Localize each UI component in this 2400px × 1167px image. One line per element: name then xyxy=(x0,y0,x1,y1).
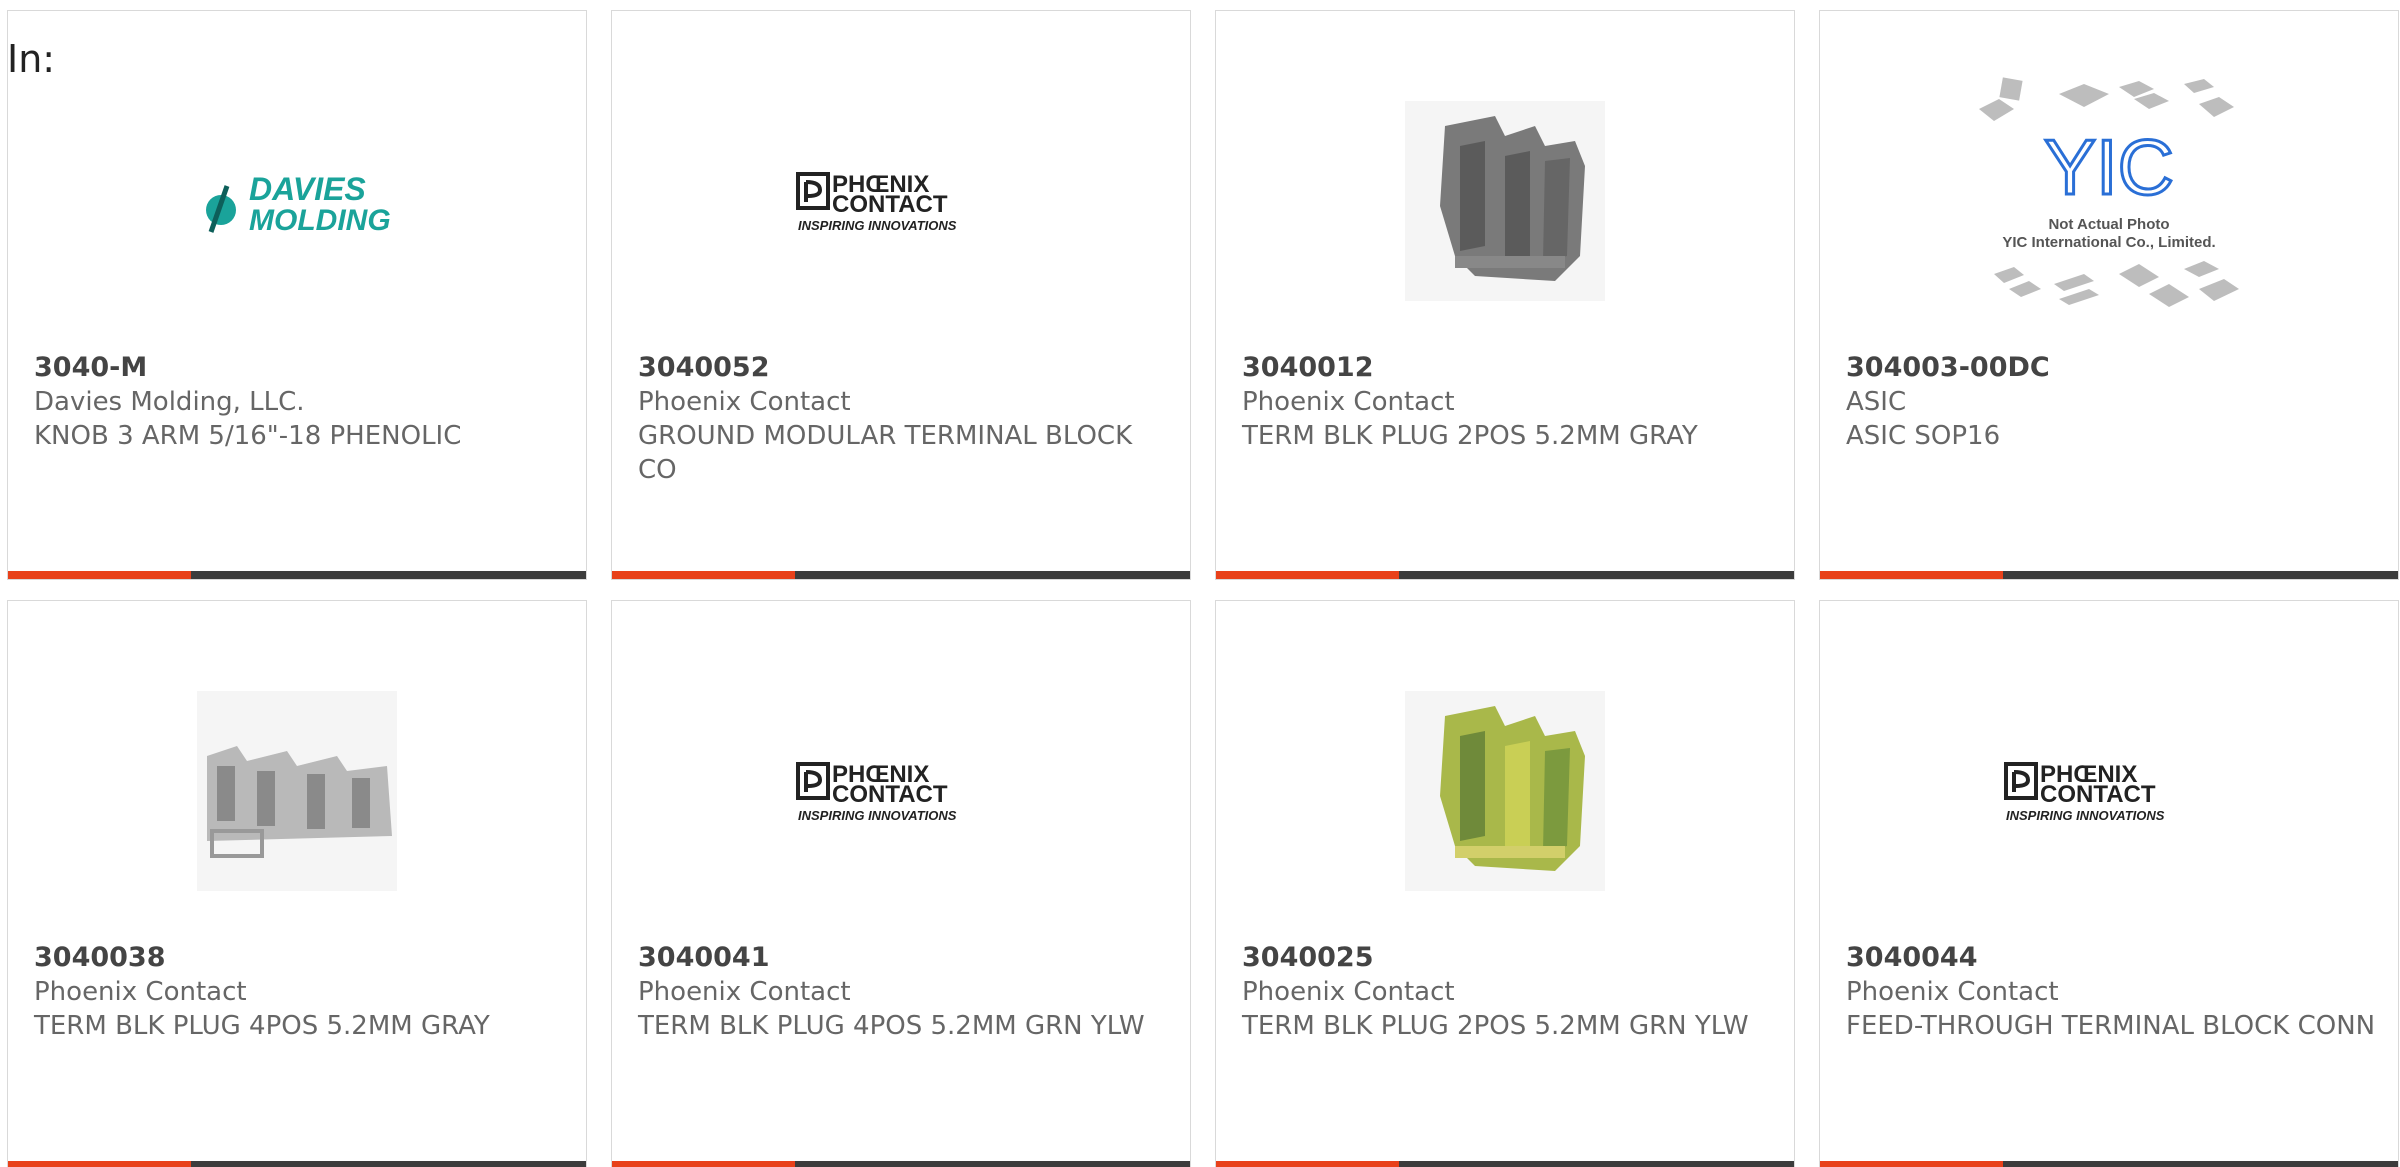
card-accent-bar xyxy=(1820,571,2398,579)
phoenix-contact-logo: PHŒNIX CONTACT INSPIRING INNOVATIONS xyxy=(796,756,1006,826)
svg-text:CONTACT: CONTACT xyxy=(832,191,948,218)
yic-placeholder-image: YIC Not Actual Photo YIC International C… xyxy=(1969,69,2249,333)
terminal-block-4pos-gray-photo xyxy=(197,691,397,891)
svg-text:INSPIRING INNOVATIONS: INSPIRING INNOVATIONS xyxy=(2006,808,2165,823)
manufacturer: Davies Molding, LLC. xyxy=(34,387,305,417)
product-image xyxy=(1216,51,1794,351)
product-card[interactable]: 3040012 Phoenix Contact TERM BLK PLUG 2P… xyxy=(1215,10,1795,580)
svg-text:Not Actual Photo: Not Actual Photo xyxy=(2048,216,2169,233)
card-accent-bar xyxy=(1216,571,1794,579)
card-accent-bar xyxy=(8,571,586,579)
product-card[interactable]: 3040025 Phoenix Contact TERM BLK PLUG 2P… xyxy=(1215,600,1795,1167)
svg-text:DAVIES: DAVIES xyxy=(249,171,366,207)
part-number[interactable]: 3040025 xyxy=(1242,941,1774,975)
product-card[interactable]: YIC Not Actual Photo YIC International C… xyxy=(1819,10,2399,580)
svg-text:INSPIRING INNOVATIONS: INSPIRING INNOVATIONS xyxy=(798,808,957,823)
description: GROUND MODULAR TERMINAL BLOCK CO xyxy=(638,421,1133,485)
product-image xyxy=(1216,641,1794,941)
davies-molding-logo: DAVIES MOLDING xyxy=(197,166,397,236)
part-number[interactable]: 3040-M xyxy=(34,351,566,385)
part-number[interactable]: 3040052 xyxy=(638,351,1170,385)
manufacturer: Phoenix Contact xyxy=(34,977,247,1007)
manufacturer: Phoenix Contact xyxy=(1846,977,2059,1007)
product-card[interactable]: PHŒNIX CONTACT INSPIRING INNOVATIONS 304… xyxy=(611,600,1191,1167)
description: ASIC SOP16 xyxy=(1846,421,2001,451)
manufacturer: Phoenix Contact xyxy=(638,387,851,417)
svg-text:YIC: YIC xyxy=(2044,123,2174,211)
description: TERM BLK PLUG 4POS 5.2MM GRN YLW xyxy=(638,1011,1145,1041)
product-card[interactable]: PHŒNIX CONTACT INSPIRING INNOVATIONS 304… xyxy=(611,10,1191,580)
card-accent-bar xyxy=(1216,1161,1794,1167)
part-number[interactable]: 3040038 xyxy=(34,941,566,975)
manufacturer: Phoenix Contact xyxy=(1242,387,1455,417)
description: KNOB 3 ARM 5/16"-18 PHENOLIC xyxy=(34,421,462,451)
phoenix-contact-logo: PHŒNIX CONTACT INSPIRING INNOVATIONS xyxy=(796,166,1006,236)
product-image: PHŒNIX CONTACT INSPIRING INNOVATIONS xyxy=(1820,641,2398,941)
part-number[interactable]: 304003-00DC xyxy=(1846,351,2378,385)
product-card[interactable]: DAVIES MOLDING 3040-M Davies Molding, LL… xyxy=(7,10,587,580)
product-image: YIC Not Actual Photo YIC International C… xyxy=(1820,51,2398,351)
terminal-block-green-yellow-photo xyxy=(1405,691,1605,891)
terminal-block-gray-photo xyxy=(1405,101,1605,301)
description: TERM BLK PLUG 4POS 5.2MM GRAY xyxy=(34,1011,490,1041)
svg-text:CONTACT: CONTACT xyxy=(832,781,948,808)
product-grid: DAVIES MOLDING 3040-M Davies Molding, LL… xyxy=(7,10,2399,1167)
manufacturer: ASIC xyxy=(1846,387,1907,417)
description: TERM BLK PLUG 2POS 5.2MM GRN YLW xyxy=(1242,1011,1749,1041)
product-image: DAVIES MOLDING xyxy=(8,51,586,351)
part-number[interactable]: 3040044 xyxy=(1846,941,2378,975)
description: TERM BLK PLUG 2POS 5.2MM GRAY xyxy=(1242,421,1698,451)
in-label: In: xyxy=(7,37,56,81)
product-image xyxy=(8,641,586,941)
product-card[interactable]: PHŒNIX CONTACT INSPIRING INNOVATIONS 304… xyxy=(1819,600,2399,1167)
product-results-page: In: DAVIES MOLDING 3040-M Davies Molding… xyxy=(0,0,2400,1167)
description: FEED-THROUGH TERMINAL BLOCK CONN xyxy=(1846,1011,2376,1041)
part-number[interactable]: 3040041 xyxy=(638,941,1170,975)
svg-text:MOLDING: MOLDING xyxy=(249,204,391,236)
phoenix-contact-logo: PHŒNIX CONTACT INSPIRING INNOVATIONS xyxy=(2004,756,2214,826)
svg-text:YIC International Co., Limited: YIC International Co., Limited. xyxy=(2002,234,2215,251)
card-accent-bar xyxy=(612,1161,1190,1167)
manufacturer: Phoenix Contact xyxy=(1242,977,1455,1007)
product-card[interactable]: 3040038 Phoenix Contact TERM BLK PLUG 4P… xyxy=(7,600,587,1167)
product-image: PHŒNIX CONTACT INSPIRING INNOVATIONS xyxy=(612,51,1190,351)
card-accent-bar xyxy=(8,1161,586,1167)
card-accent-bar xyxy=(612,571,1190,579)
svg-text:CONTACT: CONTACT xyxy=(2040,781,2156,808)
svg-text:INSPIRING INNOVATIONS: INSPIRING INNOVATIONS xyxy=(798,218,957,233)
product-image: PHŒNIX CONTACT INSPIRING INNOVATIONS xyxy=(612,641,1190,941)
manufacturer: Phoenix Contact xyxy=(638,977,851,1007)
part-number[interactable]: 3040012 xyxy=(1242,351,1774,385)
card-accent-bar xyxy=(1820,1161,2398,1167)
